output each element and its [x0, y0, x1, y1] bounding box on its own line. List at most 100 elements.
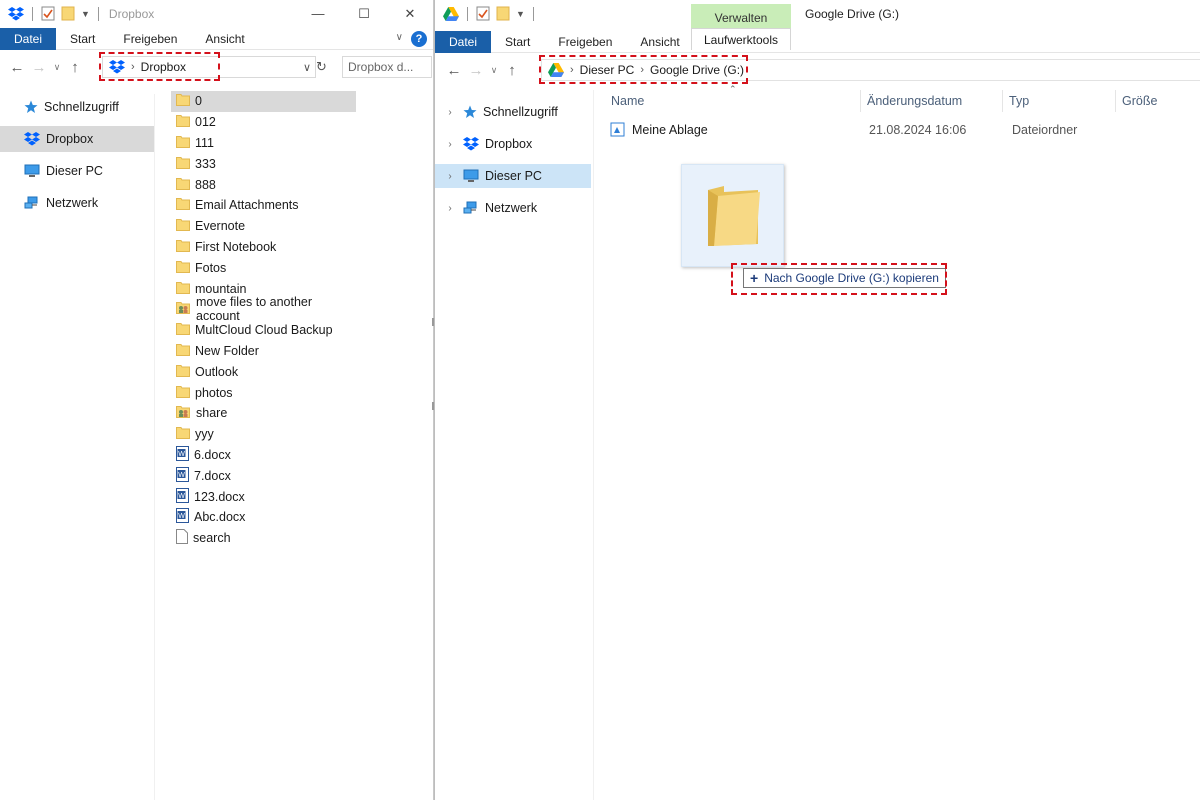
list-item[interactable]: move files to another account: [171, 295, 356, 323]
refresh-icon[interactable]: ↻: [316, 59, 327, 75]
list-item[interactable]: 0: [171, 91, 356, 112]
search-input[interactable]: Dropbox d...: [342, 56, 432, 78]
list-item[interactable]: MultCloud Cloud Backup: [171, 320, 356, 341]
file-name: 0: [195, 94, 202, 109]
folder-icon: [176, 260, 190, 276]
nav-item-dieser-pc[interactable]: Dieser PC: [0, 158, 154, 184]
list-item[interactable]: New Folder: [171, 341, 356, 362]
tab-laufwerktools[interactable]: Laufwerktools: [691, 28, 791, 50]
dropbox-icon: [463, 137, 479, 151]
new-folder-icon[interactable]: [61, 6, 75, 21]
list-item[interactable]: Fotos: [171, 257, 356, 278]
folder-icon: [176, 343, 190, 359]
nav-item-netzwerk[interactable]: Netzwerk: [0, 190, 154, 216]
properties-icon[interactable]: [41, 6, 55, 21]
folder-icon: [176, 93, 190, 109]
list-item[interactable]: 888: [171, 174, 356, 195]
help-icon[interactable]: ?: [411, 31, 427, 47]
column-header-date[interactable]: Änderungsdatum: [861, 90, 1003, 112]
computer-icon: [463, 169, 479, 182]
folder-icon: [176, 385, 190, 401]
nav-item-dropbox[interactable]: Dropbox: [0, 126, 154, 152]
new-folder-icon[interactable]: [496, 6, 510, 21]
svg-text:W: W: [178, 513, 185, 520]
maximize-icon[interactable]: ☐: [341, 0, 387, 27]
svg-text:W: W: [178, 451, 185, 458]
expand-arrow-icon[interactable]: ›: [443, 171, 457, 182]
list-item[interactable]: Email Attachments: [171, 195, 356, 216]
list-item[interactable]: yyy: [171, 424, 356, 445]
recent-locations-icon[interactable]: ∨: [50, 62, 64, 73]
nav-item-label: Dieser PC: [485, 169, 542, 183]
expand-arrow-icon[interactable]: ›: [443, 139, 457, 150]
list-item[interactable]: Evernote: [171, 216, 356, 237]
list-item[interactable]: W 123.docx: [171, 486, 356, 507]
back-arrow-icon[interactable]: ←: [6, 59, 28, 76]
nav-item-netzwerk[interactable]: › Netzwerk: [435, 196, 591, 220]
list-item[interactable]: W 6.docx: [171, 445, 356, 466]
nav-item-label: Dropbox: [46, 132, 94, 146]
list-item[interactable]: 012: [171, 112, 356, 133]
up-arrow-icon[interactable]: ↑: [501, 62, 523, 79]
tab-datei[interactable]: Datei: [0, 27, 57, 50]
tab-ansicht[interactable]: Ansicht: [191, 28, 258, 50]
tab-datei[interactable]: Datei: [435, 30, 492, 53]
folder-icon: [176, 218, 190, 234]
title-bar: ▼ Google Drive (G:): [435, 0, 1200, 27]
file-name: 333: [195, 156, 216, 171]
tab-freigeben[interactable]: Freigeben: [109, 28, 191, 50]
tab-freigeben[interactable]: Freigeben: [544, 31, 626, 53]
properties-icon[interactable]: [476, 6, 490, 21]
network-icon: [463, 201, 477, 214]
customize-quick-access-icon[interactable]: ▼: [516, 9, 525, 19]
customize-quick-access-icon[interactable]: ▼: [81, 9, 90, 19]
list-item[interactable]: Outlook: [171, 361, 356, 382]
expand-arrow-icon[interactable]: ›: [443, 203, 457, 214]
separator: [32, 6, 33, 21]
list-item[interactable]: share: [171, 403, 356, 424]
expand-arrow-icon[interactable]: ›: [443, 107, 457, 118]
tab-ansicht[interactable]: Ansicht: [626, 31, 693, 53]
nav-item-schnellzugriff[interactable]: Schnellzugriff: [0, 94, 154, 120]
file-name: 6.docx: [194, 447, 231, 462]
minimize-icon[interactable]: —: [295, 0, 341, 27]
expand-ribbon-icon[interactable]: ∨: [396, 32, 403, 43]
file-name: mountain: [195, 281, 247, 296]
column-header-size[interactable]: Größe: [1116, 90, 1196, 112]
list-item[interactable]: search: [171, 528, 356, 549]
word-document-icon: W: [176, 445, 189, 464]
nav-item-dieser-pc[interactable]: › Dieser PC: [435, 164, 591, 188]
up-arrow-icon[interactable]: ↑: [64, 59, 86, 76]
file-name: yyy: [195, 427, 214, 442]
folder-icon: [176, 156, 190, 172]
nav-item-schnellzugriff[interactable]: › Schnellzugriff: [435, 100, 591, 124]
file-name: 012: [195, 115, 216, 130]
file-name: Email Attachments: [195, 198, 299, 213]
back-arrow-icon[interactable]: ←: [443, 62, 465, 79]
file-date: 21.08.2024 16:06: [869, 123, 967, 137]
column-header-type[interactable]: Typ: [1003, 90, 1116, 112]
list-item[interactable]: First Notebook: [171, 237, 356, 258]
nav-item-dropbox[interactable]: › Dropbox: [435, 132, 591, 156]
column-header-name[interactable]: Name: [605, 90, 861, 112]
nav-item-label: Dropbox: [485, 137, 533, 151]
file-name: move files to another account: [196, 295, 313, 324]
list-item[interactable]: W 7.docx: [171, 465, 356, 486]
close-icon[interactable]: ✕: [387, 0, 433, 27]
recent-locations-icon[interactable]: ∨: [487, 65, 501, 76]
list-item[interactable]: photos: [171, 382, 356, 403]
separator: [97, 6, 99, 21]
ribbon-tabs: Datei Start Freigeben Ansicht ∨ ?: [0, 27, 433, 50]
tab-start[interactable]: Start: [491, 31, 544, 53]
list-item[interactable]: 333: [171, 153, 356, 174]
list-item[interactable]: 111: [171, 133, 356, 154]
file-row[interactable]: Meine Ablage 21.08.2024 16:06 Dateiordne…: [610, 119, 1200, 141]
forward-arrow-icon[interactable]: →: [28, 59, 50, 76]
address-dropdown-icon[interactable]: ∨: [303, 61, 311, 74]
tab-start[interactable]: Start: [56, 28, 109, 50]
forward-arrow-icon[interactable]: →: [465, 62, 487, 79]
file-name: Fotos: [195, 260, 227, 275]
list-item[interactable]: W Abc.docx: [171, 507, 356, 528]
navigation-pane: › Schnellzugriff › Dropbox › Dieser PC ›…: [435, 100, 591, 228]
nav-item-label: Netzwerk: [485, 201, 538, 215]
